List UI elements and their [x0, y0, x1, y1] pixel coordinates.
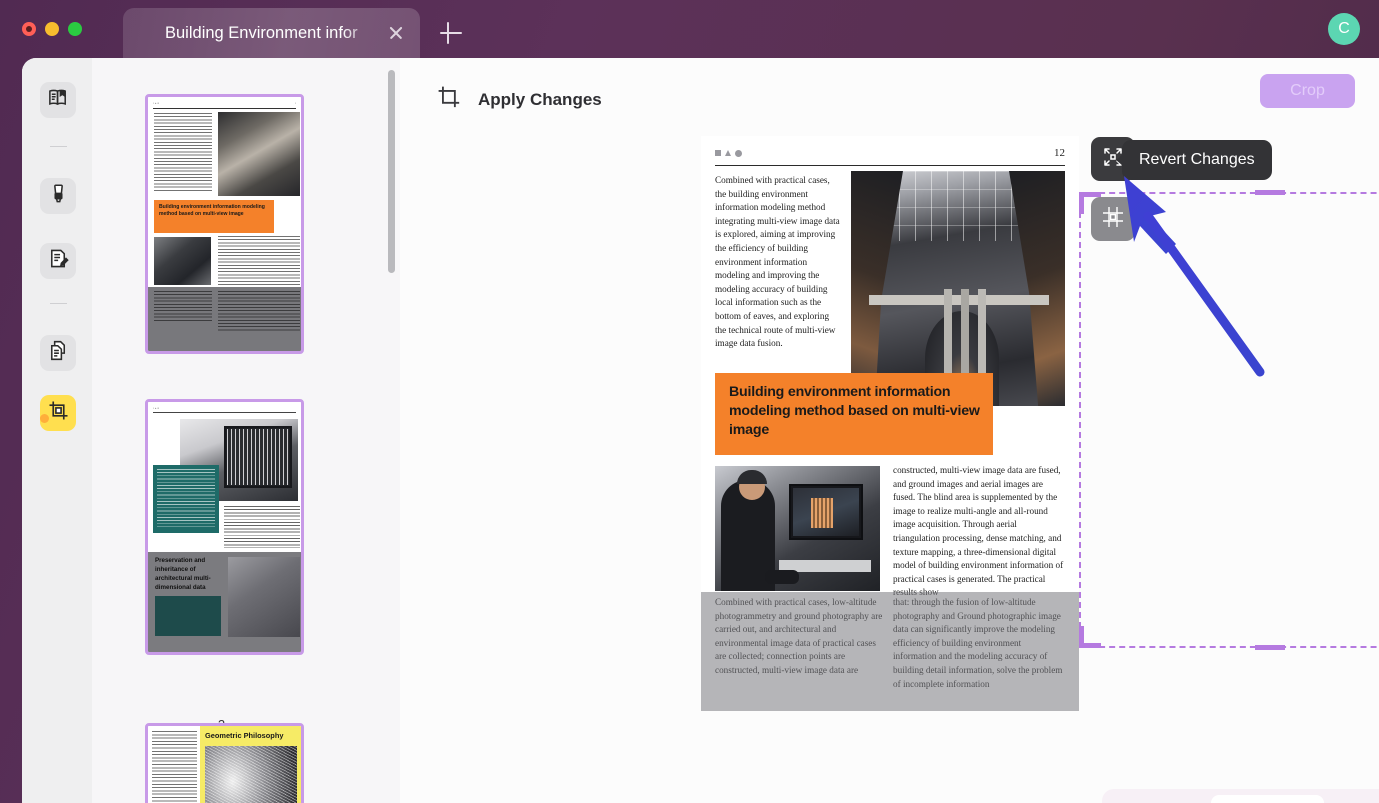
thumbnail-page3-title: Geometric Philosophy [205, 731, 284, 740]
document-page[interactable]: 12 Combined with practical cases, the bu… [701, 136, 1079, 711]
page-header-glyphs [715, 149, 742, 157]
crop-icon [436, 84, 462, 115]
avatar[interactable]: C [1328, 13, 1360, 45]
crop-frame-icon [1101, 205, 1125, 234]
apply-changes-button[interactable]: Apply Changes [436, 84, 602, 115]
list-item[interactable]: Geometric Philosophy [145, 723, 304, 803]
crop-selection[interactable] [1079, 190, 1379, 650]
document-banner: Building environment information modelin… [715, 373, 993, 455]
header-divider [715, 165, 1065, 167]
edit-note-icon [47, 247, 70, 275]
crop-dim-overlay [701, 592, 1079, 711]
tab-title: Building Environment infor [165, 23, 358, 42]
panel-resize-handle[interactable] [40, 414, 49, 423]
document-page-number: 12 [1054, 147, 1065, 159]
pages-icon [47, 339, 70, 367]
square-glyph [715, 150, 721, 156]
sidebar-item-annotate[interactable] [40, 243, 76, 279]
next-page-button[interactable] [1335, 797, 1369, 803]
thumbnail-panel: ▪ ▴ ● ▪ Building environment information… [92, 58, 400, 803]
apply-changes-label: Apply Changes [478, 89, 602, 109]
page-navigation: 1 / 8 [1102, 789, 1379, 803]
crop-icon [47, 399, 70, 427]
crop-handle-bottom-mid[interactable] [1255, 645, 1285, 650]
page-header: 12 [715, 143, 1065, 163]
sidebar-item-organize[interactable] [40, 335, 76, 371]
maximize-window-button[interactable] [68, 22, 82, 36]
book-icon [47, 86, 70, 114]
document-left-column: Combined with practical cases, the build… [715, 175, 840, 349]
document-image-workstation [715, 466, 880, 591]
tool-rail [22, 58, 92, 803]
list-item[interactable]: ▪ ▴ ● Preservation and inheritance of ar… [145, 399, 304, 655]
rail-divider-1 [50, 146, 67, 147]
thumbnail-scrollbar[interactable] [388, 70, 395, 273]
rail-divider-2 [50, 303, 67, 304]
page-number-input[interactable]: 1 / 8 [1210, 795, 1324, 803]
document-image-atrium [851, 171, 1065, 406]
minimize-window-button[interactable] [45, 22, 59, 36]
crop-button[interactable]: Crop [1260, 74, 1355, 108]
crop-handle-top-mid[interactable] [1255, 190, 1285, 195]
crop-handle-bl-h[interactable] [1079, 643, 1101, 648]
application-window: Building Environment infor C ▪ ▴ ● ▪ Bui… [0, 0, 1379, 803]
sidebar-item-crop[interactable] [40, 395, 76, 431]
close-window-button[interactable] [22, 22, 36, 36]
revert-changes-tooltip: Revert Changes [1116, 140, 1272, 180]
crop-area-button[interactable] [1091, 197, 1135, 241]
document-right-column: constructed, multi-view image data are f… [893, 465, 1064, 597]
sidebar-item-highlight[interactable] [40, 178, 76, 214]
window-controls [22, 22, 82, 36]
crop-handle-tl-v[interactable] [1079, 192, 1084, 214]
plus-icon[interactable] [437, 19, 465, 47]
circle-glyph [735, 149, 742, 157]
prev-page-button[interactable] [1165, 797, 1199, 803]
first-page-button[interactable] [1120, 797, 1154, 803]
sidebar-item-reader-view[interactable] [40, 82, 76, 118]
close-icon[interactable] [381, 18, 411, 48]
highlighter-icon [47, 182, 70, 210]
document-tab[interactable]: Building Environment infor [123, 8, 420, 58]
crop-handle-bl-v[interactable] [1079, 626, 1084, 648]
list-item[interactable]: ▪ ▴ ● ▪ Building environment information… [145, 94, 304, 354]
triangle-glyph [725, 150, 731, 156]
thumbnail-page2-title: Preservation and inheritance of architec… [155, 557, 211, 591]
